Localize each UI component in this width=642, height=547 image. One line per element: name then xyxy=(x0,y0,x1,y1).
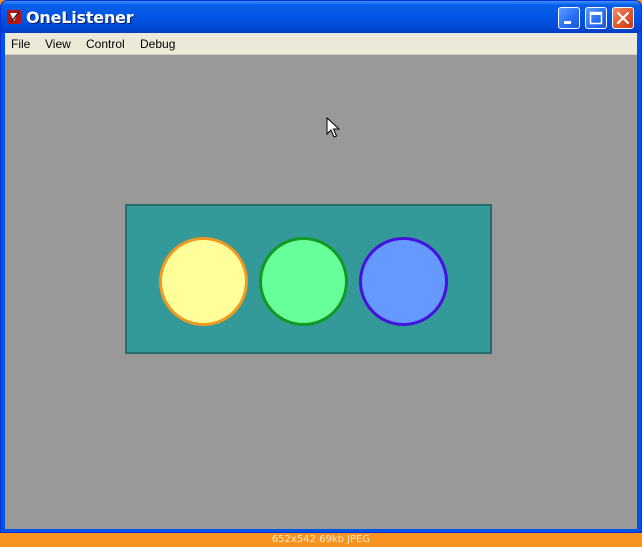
title-bar[interactable]: OneListener xyxy=(1,1,641,33)
client-area: File View Control Debug xyxy=(5,33,637,529)
blue-circle[interactable] xyxy=(359,237,448,326)
menu-debug[interactable]: Debug xyxy=(140,37,175,51)
minimize-button[interactable] xyxy=(558,7,580,29)
green-circle[interactable] xyxy=(259,237,348,326)
window-title: OneListener xyxy=(26,8,134,27)
close-button[interactable] xyxy=(612,7,634,29)
app-window: OneListener File View Control Debug xyxy=(0,0,642,533)
close-icon xyxy=(616,11,630,25)
traffic-light-panel[interactable] xyxy=(125,204,492,354)
menu-bar: File View Control Debug xyxy=(5,33,637,55)
menu-control[interactable]: Control xyxy=(86,37,125,51)
image-info-bar: 652x542 69kb JPEG xyxy=(0,533,642,547)
maximize-icon xyxy=(589,11,603,25)
menu-file[interactable]: File xyxy=(11,37,30,51)
mouse-cursor-icon xyxy=(326,117,341,138)
menu-view[interactable]: View xyxy=(45,37,71,51)
app-icon xyxy=(7,10,21,24)
yellow-circle[interactable] xyxy=(159,237,248,326)
drawing-canvas[interactable] xyxy=(5,55,637,529)
maximize-button[interactable] xyxy=(585,7,607,29)
minimize-icon xyxy=(564,21,571,24)
